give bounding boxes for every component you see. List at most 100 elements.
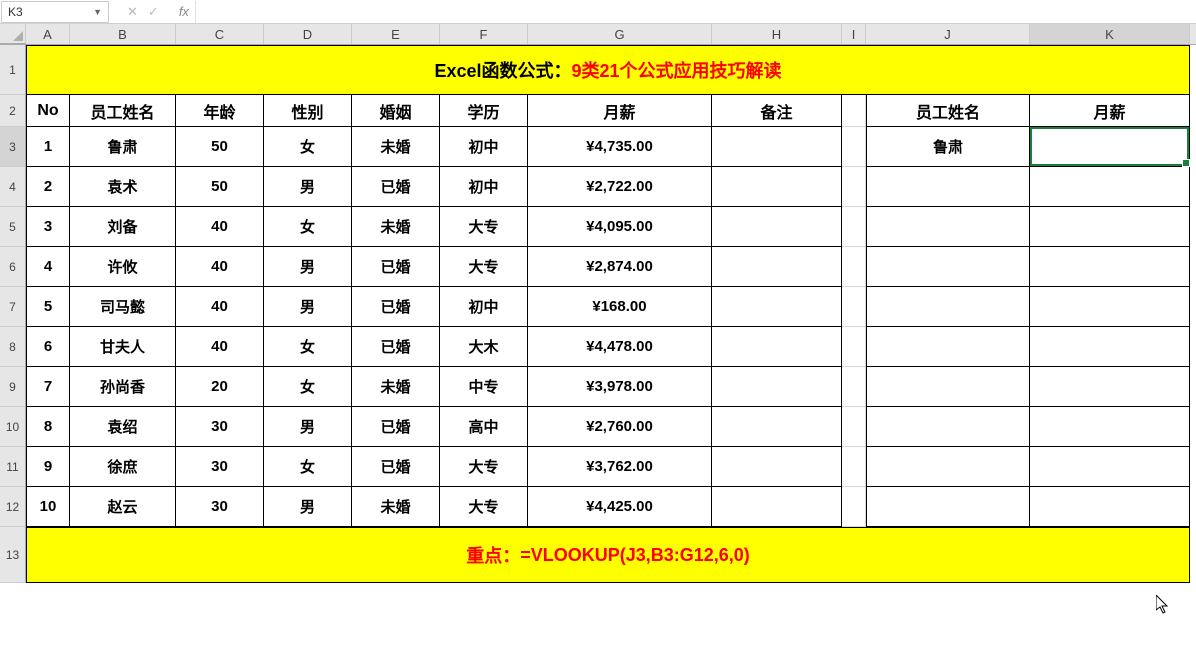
name-box-dropdown-icon[interactable]: ▼: [93, 7, 102, 17]
lookup-name-cell[interactable]: [866, 447, 1030, 487]
data-cell-remark[interactable]: [712, 207, 842, 247]
data-cell-name[interactable]: 司马懿: [70, 287, 176, 327]
header-salary[interactable]: 月薪: [528, 95, 712, 127]
lookup-name-cell[interactable]: [866, 407, 1030, 447]
data-cell-edu[interactable]: 初中: [440, 287, 528, 327]
row-header-1[interactable]: 1: [0, 45, 26, 95]
data-cell-age[interactable]: 40: [176, 247, 264, 287]
data-cell-marriage[interactable]: 已婚: [352, 287, 440, 327]
cell-gap[interactable]: [842, 207, 866, 247]
lookup-salary-cell[interactable]: [1030, 127, 1190, 167]
lookup-name-cell[interactable]: 鲁肃: [866, 127, 1030, 167]
data-cell-remark[interactable]: [712, 407, 842, 447]
data-cell-name[interactable]: 袁绍: [70, 407, 176, 447]
header-edu[interactable]: 学历: [440, 95, 528, 127]
data-cell-remark[interactable]: [712, 247, 842, 287]
row-header-9[interactable]: 9: [0, 367, 26, 407]
row-header-8[interactable]: 8: [0, 327, 26, 367]
lookup-name-cell[interactable]: [866, 367, 1030, 407]
data-cell-age[interactable]: 40: [176, 287, 264, 327]
data-cell-salary[interactable]: ¥4,425.00: [528, 487, 712, 527]
lookup-salary-cell[interactable]: [1030, 487, 1190, 527]
data-cell-marriage[interactable]: 未婚: [352, 207, 440, 247]
data-cell-gender[interactable]: 男: [264, 287, 352, 327]
col-header-A[interactable]: A: [26, 24, 70, 44]
data-cell-marriage[interactable]: 已婚: [352, 447, 440, 487]
data-cell-marriage[interactable]: 未婚: [352, 127, 440, 167]
data-cell-gender[interactable]: 女: [264, 447, 352, 487]
data-cell-marriage[interactable]: 已婚: [352, 327, 440, 367]
col-header-B[interactable]: B: [70, 24, 176, 44]
header-lookup-name[interactable]: 员工姓名: [866, 95, 1030, 127]
data-cell-gender[interactable]: 男: [264, 167, 352, 207]
data-cell-no[interactable]: 1: [26, 127, 70, 167]
header-lookup-salary[interactable]: 月薪: [1030, 95, 1190, 127]
lookup-salary-cell[interactable]: [1030, 407, 1190, 447]
data-cell-edu[interactable]: 初中: [440, 167, 528, 207]
title-banner[interactable]: Excel函数公式： 9类21个公式应用技巧解读: [26, 45, 1190, 95]
header-remark[interactable]: 备注: [712, 95, 842, 127]
header-name[interactable]: 员工姓名: [70, 95, 176, 127]
data-cell-edu[interactable]: 初中: [440, 127, 528, 167]
select-all-corner[interactable]: [0, 24, 26, 44]
data-cell-salary[interactable]: ¥4,478.00: [528, 327, 712, 367]
cell-gap[interactable]: [842, 247, 866, 287]
fx-label[interactable]: fx: [169, 4, 195, 19]
col-header-G[interactable]: G: [528, 24, 712, 44]
data-cell-age[interactable]: 30: [176, 407, 264, 447]
data-cell-edu[interactable]: 中专: [440, 367, 528, 407]
col-header-H[interactable]: H: [712, 24, 842, 44]
data-cell-gender[interactable]: 男: [264, 247, 352, 287]
data-cell-marriage[interactable]: 已婚: [352, 167, 440, 207]
lookup-name-cell[interactable]: [866, 207, 1030, 247]
data-cell-no[interactable]: 4: [26, 247, 70, 287]
data-cell-no[interactable]: 6: [26, 327, 70, 367]
data-cell-remark[interactable]: [712, 127, 842, 167]
row-header-6[interactable]: 6: [0, 247, 26, 287]
data-cell-marriage[interactable]: 已婚: [352, 407, 440, 447]
col-header-F[interactable]: F: [440, 24, 528, 44]
data-cell-age[interactable]: 40: [176, 207, 264, 247]
data-cell-name[interactable]: 许攸: [70, 247, 176, 287]
data-cell-salary[interactable]: ¥2,722.00: [528, 167, 712, 207]
lookup-salary-cell[interactable]: [1030, 287, 1190, 327]
header-marriage[interactable]: 婚姻: [352, 95, 440, 127]
data-cell-gender[interactable]: 女: [264, 207, 352, 247]
lookup-name-cell[interactable]: [866, 487, 1030, 527]
col-header-E[interactable]: E: [352, 24, 440, 44]
data-cell-no[interactable]: 3: [26, 207, 70, 247]
data-cell-age[interactable]: 40: [176, 327, 264, 367]
data-cell-name[interactable]: 甘夫人: [70, 327, 176, 367]
cell-gap[interactable]: [842, 127, 866, 167]
row-header-7[interactable]: 7: [0, 287, 26, 327]
data-cell-marriage[interactable]: 未婚: [352, 487, 440, 527]
data-cell-gender[interactable]: 男: [264, 407, 352, 447]
data-cell-edu[interactable]: 大专: [440, 247, 528, 287]
data-cell-edu[interactable]: 大专: [440, 447, 528, 487]
data-cell-no[interactable]: 2: [26, 167, 70, 207]
data-cell-edu[interactable]: 大木: [440, 327, 528, 367]
lookup-name-cell[interactable]: [866, 287, 1030, 327]
data-cell-no[interactable]: 7: [26, 367, 70, 407]
data-cell-age[interactable]: 30: [176, 487, 264, 527]
lookup-name-cell[interactable]: [866, 167, 1030, 207]
data-cell-age[interactable]: 30: [176, 447, 264, 487]
data-cell-no[interactable]: 9: [26, 447, 70, 487]
cell-gap[interactable]: [842, 367, 866, 407]
lookup-salary-cell[interactable]: [1030, 367, 1190, 407]
lookup-salary-cell[interactable]: [1030, 167, 1190, 207]
data-cell-gender[interactable]: 女: [264, 367, 352, 407]
lookup-name-cell[interactable]: [866, 247, 1030, 287]
data-cell-salary[interactable]: ¥4,095.00: [528, 207, 712, 247]
data-cell-salary[interactable]: ¥3,978.00: [528, 367, 712, 407]
data-cell-edu[interactable]: 高中: [440, 407, 528, 447]
data-cell-marriage[interactable]: 已婚: [352, 247, 440, 287]
data-cell-edu[interactable]: 大专: [440, 487, 528, 527]
data-cell-age[interactable]: 50: [176, 127, 264, 167]
lookup-name-cell[interactable]: [866, 327, 1030, 367]
data-cell-name[interactable]: 刘备: [70, 207, 176, 247]
data-cell-gender[interactable]: 男: [264, 487, 352, 527]
data-cell-remark[interactable]: [712, 367, 842, 407]
row-header-5[interactable]: 5: [0, 207, 26, 247]
cell-gap[interactable]: [842, 447, 866, 487]
